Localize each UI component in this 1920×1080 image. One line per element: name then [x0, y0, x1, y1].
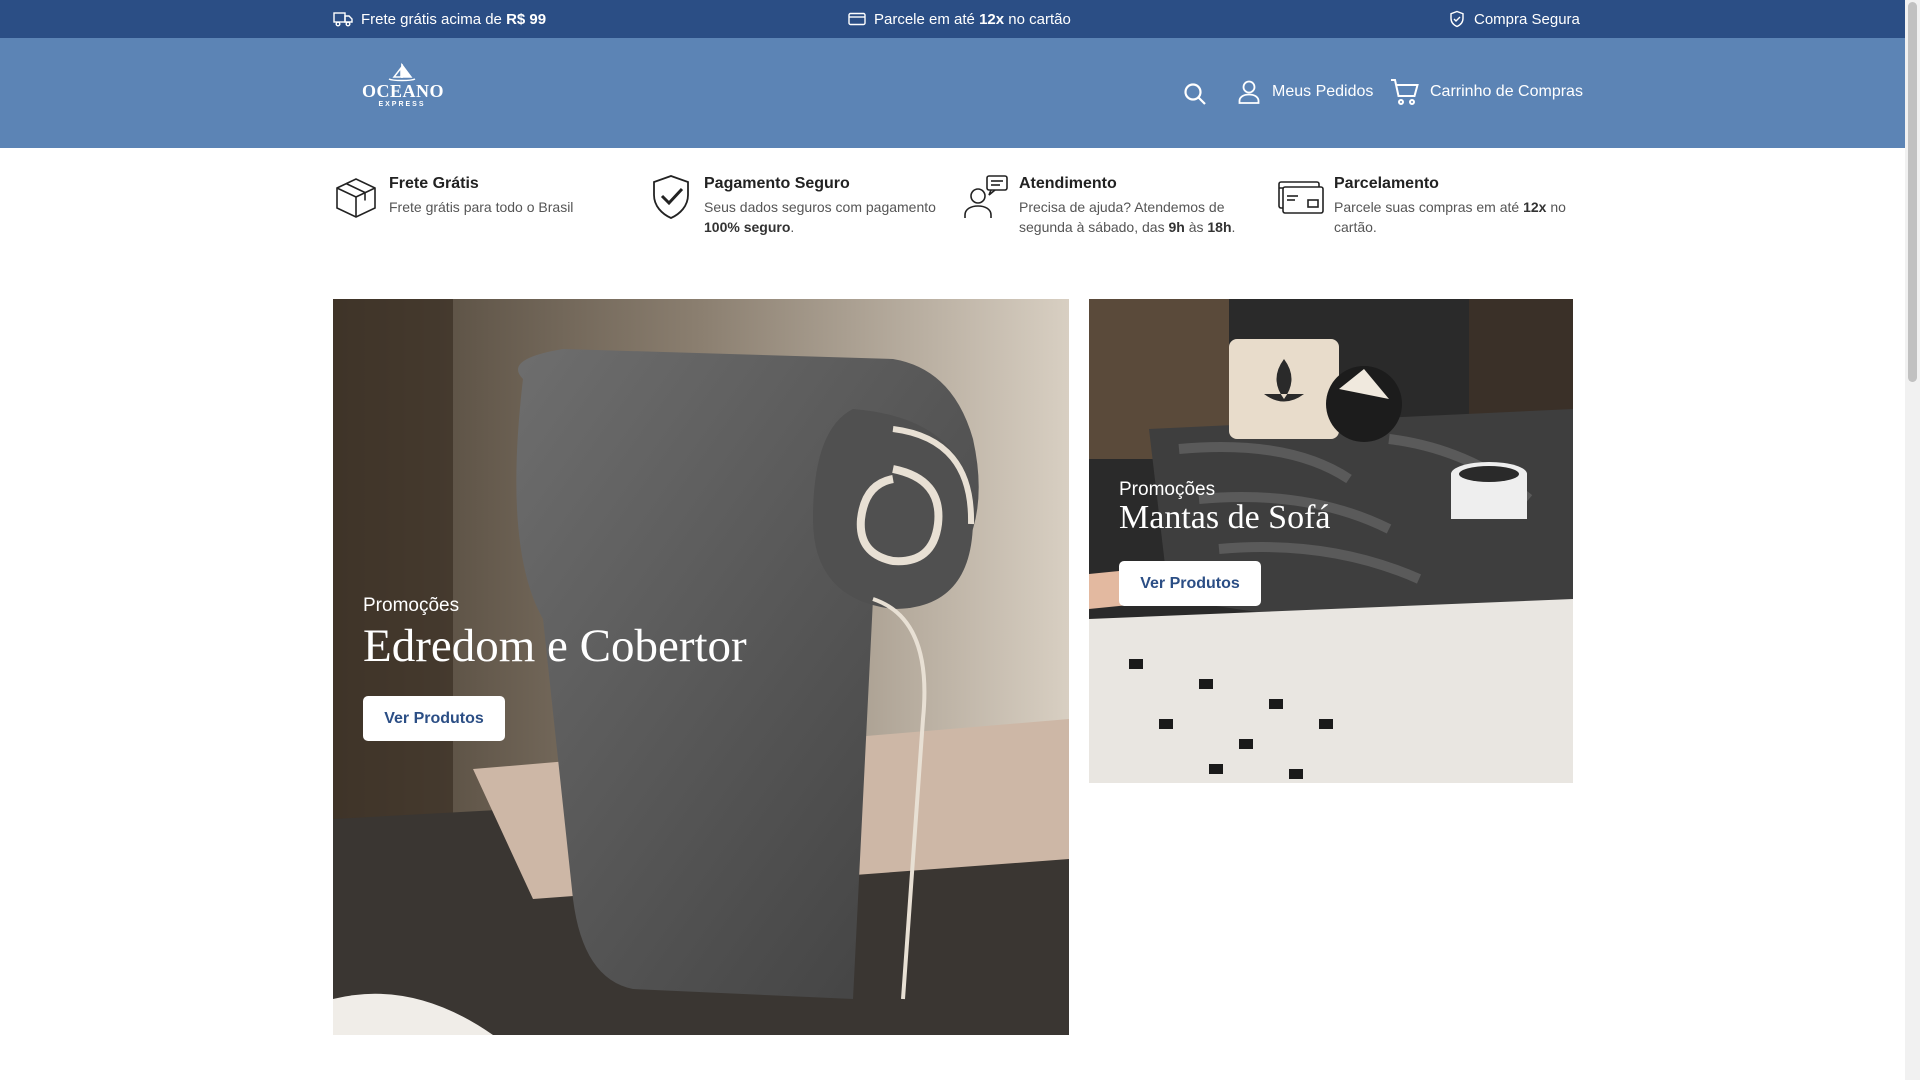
page-scrollbar[interactable]: [1905, 0, 1920, 1080]
installments-value: 12x: [979, 10, 1005, 28]
benefit-free-shipping: Frete Grátis Frete grátis para todo o Br…: [333, 174, 633, 220]
benefit-secure-payment: Pagamento Seguro Seus dados seguros com …: [648, 174, 948, 237]
sofa-cover-photo: [1089, 299, 1573, 783]
free-shipping-text: Frete grátis acima de: [361, 10, 502, 28]
benefit-description: Seus dados seguros com pagamento 100% seg…: [704, 199, 936, 235]
secure-purchase-notice: Compra Segura: [1448, 0, 1580, 38]
view-products-button[interactable]: Ver Produtos: [363, 696, 505, 741]
benefit-title: Pagamento Seguro: [704, 175, 850, 192]
my-orders-label: Meus Pedidos: [1272, 83, 1374, 100]
banner-kicker: Promoções: [363, 595, 460, 616]
box-icon: [336, 178, 376, 218]
scrollbar-thumb[interactable]: [1908, 2, 1917, 382]
search-button[interactable]: [1183, 82, 1209, 108]
logo-name: OCEANO: [362, 81, 445, 101]
benefit-installments: Parcelamento Parcele suas compras em até…: [1278, 174, 1578, 237]
support-icon: [964, 175, 1008, 218]
shield-check-icon: [653, 175, 689, 219]
installments-prefix: Parcele em até: [874, 10, 975, 28]
search-icon: [1184, 83, 1206, 105]
sailboat-logo-icon: [388, 62, 416, 82]
banner-kicker: Promoções: [1119, 479, 1216, 500]
user-icon: [1238, 80, 1260, 104]
card-icon: [1278, 181, 1324, 214]
truck-icon: [333, 12, 353, 27]
view-products-button[interactable]: Ver Produtos: [1119, 561, 1261, 606]
announcement-bar: Frete grátis acima de R$ 99 Parcele em a…: [0, 0, 1905, 38]
banner-mantas-sofa[interactable]: Promoções Mantas de Sofá Ver Produtos: [1089, 299, 1573, 783]
cart-label: Carrinho de Compras: [1430, 83, 1583, 100]
installments-suffix: no cartão: [1008, 10, 1071, 28]
banner-headline: Mantas de Sofá: [1119, 499, 1331, 536]
store-logo[interactable]: OCEANO EXPRESS: [362, 60, 445, 120]
installments-notice: Parcele em até 12x no cartão: [848, 0, 1071, 38]
benefit-title: Atendimento: [1019, 175, 1117, 192]
benefits-strip: Frete Grátis Frete grátis para todo o Br…: [333, 174, 1573, 254]
site-header: OCEANO EXPRESS Meus Pedidos Carrinho de …: [0, 38, 1905, 148]
free-shipping-notice: Frete grátis acima de R$ 99: [333, 0, 546, 38]
cart-icon: [1391, 79, 1419, 105]
credit-card-icon: [848, 12, 866, 26]
benefit-description: Parcele suas compras em até 12x no cartã…: [1334, 199, 1566, 235]
shopping-cart-link[interactable]: Carrinho de Compras: [1390, 78, 1583, 106]
benefit-title: Frete Grátis: [389, 175, 479, 192]
banner-edredom[interactable]: Promoções Edredom e Cobertor Ver Produto…: [333, 299, 1069, 1035]
benefit-description: Precisa de ajuda? Atendemos de segunda à…: [1019, 199, 1236, 235]
secure-purchase-text: Compra Segura: [1474, 10, 1580, 28]
banner-headline: Edredom e Cobertor: [363, 620, 747, 672]
benefit-support: Atendimento Precisa de ajuda? Atendemos …: [963, 174, 1263, 237]
free-shipping-value: R$ 99: [506, 10, 547, 28]
shield-icon: [1450, 10, 1464, 28]
logo-subtitle: EXPRESS: [378, 101, 426, 108]
benefit-description: Frete grátis para todo o Brasil: [389, 199, 574, 215]
benefit-title: Parcelamento: [1334, 175, 1439, 192]
my-orders-link[interactable]: Meus Pedidos: [1238, 78, 1373, 106]
